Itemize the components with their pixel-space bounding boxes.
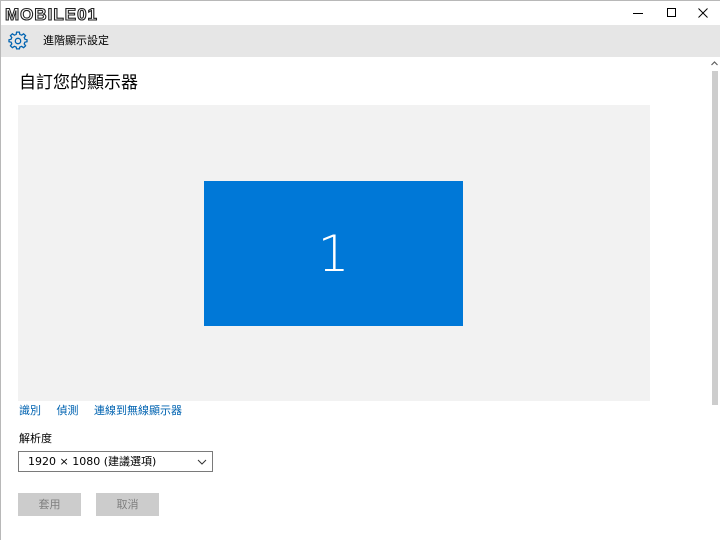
maximize-icon [667, 8, 676, 17]
minimize-button[interactable] [621, 1, 655, 25]
close-icon [698, 8, 708, 18]
apply-button[interactable]: 套用 [18, 493, 81, 516]
resolution-value: 1920 × 1080 (建議選項) [28, 455, 157, 468]
display-number: 1 [317, 224, 350, 283]
scrollbar-thumb[interactable] [712, 71, 718, 405]
title-bar[interactable]: MOBILE01 [1, 1, 720, 25]
connect-wireless-display-link[interactable]: 連線到無線顯示器 [94, 404, 182, 417]
maximize-button[interactable] [655, 1, 689, 25]
resolution-dropdown[interactable]: 1920 × 1080 (建議選項) [18, 451, 213, 472]
scroll-up-arrow-icon[interactable] [709, 58, 720, 69]
identify-link[interactable]: 識別 [19, 404, 41, 417]
display-1-tile[interactable]: 1 [204, 181, 463, 326]
detect-link[interactable]: 偵測 [57, 404, 79, 417]
watermark-logo: MOBILE01 [5, 4, 98, 24]
page-title: 自訂您的顯示器 [19, 73, 138, 93]
resolution-label: 解析度 [19, 432, 52, 445]
page-header: 進階顯示設定 [1, 25, 720, 57]
display-links: 識別 偵測 連線到無線顯示器 [19, 404, 194, 418]
gear-icon[interactable] [8, 31, 28, 51]
cancel-button[interactable]: 取消 [96, 493, 159, 516]
svg-text:MOBILE01: MOBILE01 [5, 5, 98, 24]
chevron-down-icon [197, 459, 207, 465]
minimize-icon [633, 13, 643, 14]
header-title: 進階顯示設定 [43, 34, 109, 47]
close-button[interactable] [686, 1, 720, 25]
settings-window: MOBILE01 進階顯示設定 自訂您的顯示器 1 識別 偵測 連線到無線顯示器… [0, 0, 720, 540]
display-arrangement-area: 1 [18, 105, 650, 401]
